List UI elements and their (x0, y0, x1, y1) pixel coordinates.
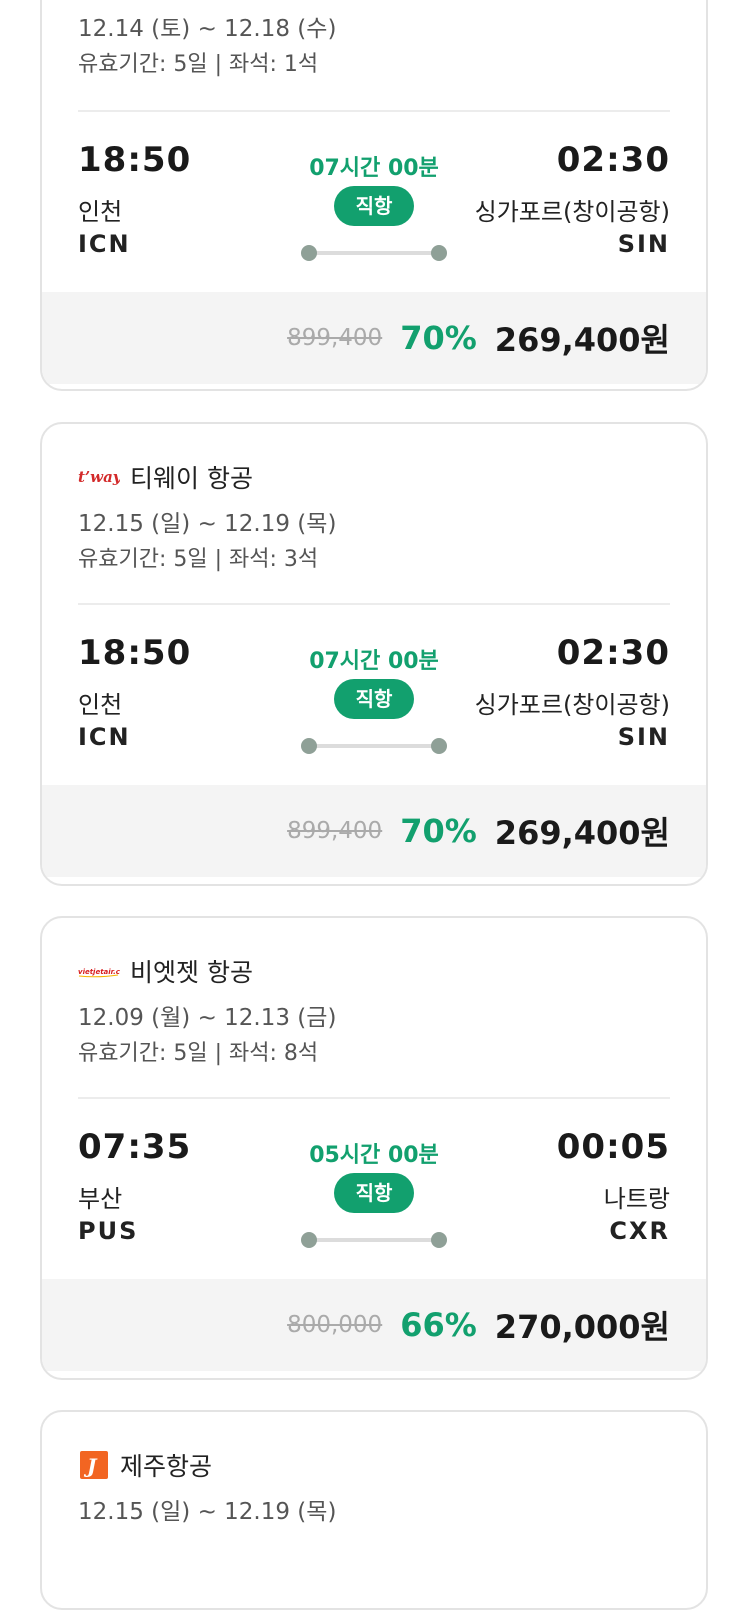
airline-row: t’way 티웨이 항공 (78, 457, 670, 497)
flight-card-1[interactable]: t’way 티웨이 항공 12.15 (일) ~ 12.19 (목) 유효기간:… (40, 422, 708, 886)
svg-text:vietjetair.com: vietjetair.com (78, 968, 120, 976)
arrival-time: 02:30 (556, 633, 670, 673)
discount-rate: 70% (400, 812, 477, 850)
jejuair-logo-icon: J (78, 1450, 110, 1480)
flight-info: 18:50 07시간 00분 02:30 인천 직항 싱가포르(창이공항) IC… (78, 112, 670, 292)
direct-flight-badge: 직항 (334, 186, 414, 226)
arrival-code: SIN (617, 723, 670, 751)
arrival-city: 나트랑 (603, 1185, 670, 1213)
flight-card-3[interactable]: J 제주항공 12.15 (일) ~ 12.19 (목) (40, 1410, 708, 1610)
original-price: 899,400 (287, 818, 383, 844)
direct-flight-badge: 직항 (334, 679, 414, 719)
airline-name: 비엣젯 항공 (130, 958, 253, 987)
origin-dot (301, 738, 317, 754)
travel-dates: 12.15 (일) ~ 12.19 (목) (78, 1499, 337, 1525)
route-line (301, 1232, 447, 1248)
arrival-city: 싱가포르(창이공항) (474, 691, 670, 719)
arrival-time: 02:30 (556, 140, 670, 180)
airline-row: vietjetair.com 비엣젯 항공 (78, 951, 670, 991)
sale-price: 269,400원 (494, 814, 670, 852)
departure-code: PUS (78, 1217, 139, 1245)
departure-city: 인천 (78, 691, 123, 719)
flight-card-2[interactable]: vietjetair.com 비엣젯 항공 12.09 (월) ~ 12.13 … (40, 916, 708, 1380)
vietjet-logo-icon: vietjetair.com (78, 960, 120, 982)
destination-dot (431, 738, 447, 754)
departure-city: 인천 (78, 198, 123, 226)
departure-code: ICN (78, 230, 131, 258)
origin-dot (301, 245, 317, 261)
original-price: 800,000 (287, 1312, 383, 1338)
flight-info: 18:50 07시간 00분 02:30 인천 직항 싱가포르(창이공항) IC… (78, 605, 670, 785)
arrival-city: 싱가포르(창이공항) (474, 198, 670, 226)
travel-dates: 12.15 (일) ~ 12.19 (목) (78, 511, 337, 537)
price-row: 899,400 70% 269,400원 (42, 785, 706, 877)
arrival-time: 00:05 (556, 1127, 670, 1167)
origin-dot (301, 1232, 317, 1248)
validity-seats: 유효기간: 5일 | 좌석: 8석 (78, 1041, 319, 1066)
travel-dates: 12.14 (토) ~ 12.18 (수) (78, 16, 337, 42)
tway-logo-icon: t’way (78, 466, 120, 488)
validity-seats: 유효기간: 5일 | 좌석: 1석 (78, 52, 319, 77)
route-line (301, 245, 447, 261)
direct-flight-badge: 직항 (334, 1173, 414, 1213)
airline-name: 제주항공 (120, 1452, 213, 1481)
sale-price: 270,000원 (494, 1308, 670, 1346)
sale-price: 269,400원 (494, 321, 670, 359)
airline-row: J 제주항공 (78, 1445, 670, 1485)
travel-dates: 12.09 (월) ~ 12.13 (금) (78, 1005, 337, 1031)
departure-city: 부산 (78, 1185, 123, 1213)
validity-seats: 유효기간: 5일 | 좌석: 3석 (78, 547, 319, 572)
destination-dot (431, 1232, 447, 1248)
destination-dot (431, 245, 447, 261)
flight-card-0[interactable]: 12.14 (토) ~ 12.18 (수) 유효기간: 5일 | 좌석: 1석 … (40, 0, 708, 391)
price-row: 800,000 66% 270,000원 (42, 1279, 706, 1371)
airline-name: 티웨이 항공 (130, 464, 253, 493)
discount-rate: 70% (400, 319, 477, 357)
original-price: 899,400 (287, 325, 383, 351)
arrival-code: CXR (609, 1217, 670, 1245)
svg-text:t’way: t’way (78, 468, 120, 486)
departure-code: ICN (78, 723, 131, 751)
flight-info: 07:35 05시간 00분 00:05 부산 직항 나트랑 PUS CXR (78, 1099, 670, 1279)
arrival-code: SIN (617, 230, 670, 258)
route-line (301, 738, 447, 754)
discount-rate: 66% (400, 1306, 477, 1344)
price-row: 899,400 70% 269,400원 (42, 292, 706, 384)
